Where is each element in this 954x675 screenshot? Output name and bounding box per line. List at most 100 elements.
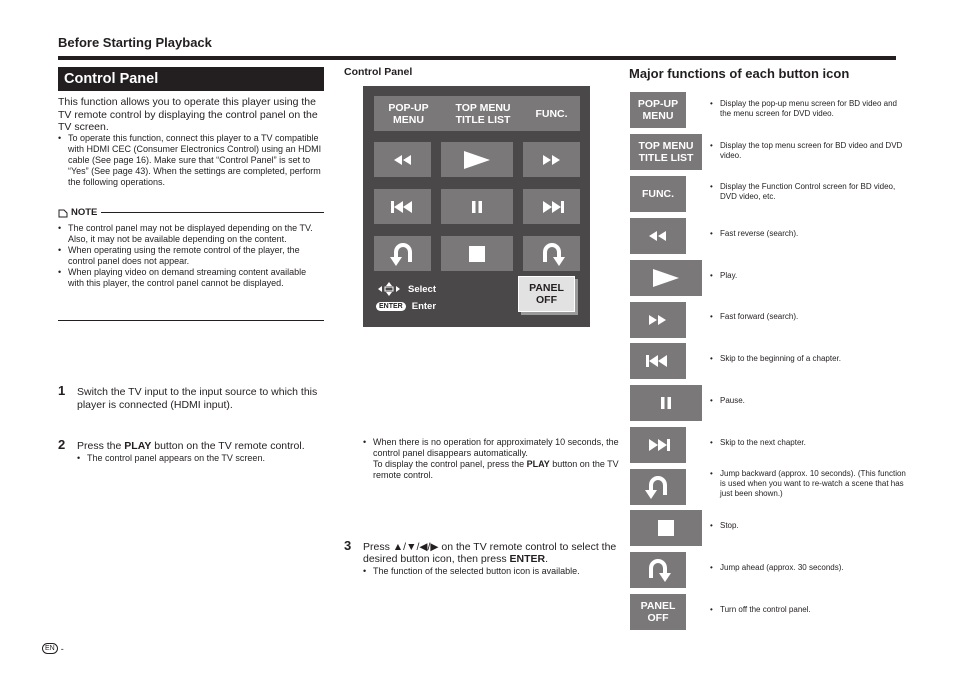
- step-sub: The control panel appears on the TV scre…: [77, 453, 345, 464]
- skip-back-icon-tile: [630, 343, 686, 379]
- auto-hide-text: When there is no operation for approxima…: [373, 436, 619, 458]
- intro-text: This function allows you to operate this…: [58, 96, 318, 133]
- function-desc: Skip to the next chapter.: [710, 438, 910, 448]
- note-item: When playing video on demand streaming c…: [58, 267, 320, 289]
- notes-list: The control panel may not be displayed d…: [58, 223, 320, 289]
- function-desc: Stop.: [710, 521, 910, 531]
- step-text: .: [545, 553, 549, 565]
- pause-icon: [661, 397, 671, 409]
- note-item: When operating using the remote control …: [58, 245, 320, 267]
- step-sub: The function of the selected button icon…: [363, 566, 633, 577]
- function-desc: Pause.: [710, 396, 910, 406]
- function-desc: Display the Function Control screen for …: [710, 182, 910, 202]
- step-number: 3: [344, 537, 352, 553]
- jump-ahead-button[interactable]: [523, 236, 580, 271]
- skip-back-icon: [390, 200, 412, 213]
- auto-hide-bullet: When there is no operation for approxima…: [363, 437, 623, 481]
- note-end-rule: [58, 320, 324, 321]
- fast-reverse-icon: [393, 154, 411, 165]
- note-item: The control panel may not be displayed d…: [58, 223, 320, 245]
- intro-bullet: To operate this function, connect this p…: [58, 133, 326, 188]
- jump-back-icon-tile: [630, 469, 686, 505]
- step-1: 1 Switch the TV input to the input sourc…: [58, 383, 345, 411]
- skip-back-icon: [646, 355, 667, 367]
- skip-next-icon: [649, 439, 670, 451]
- play-button[interactable]: [441, 142, 513, 177]
- stop-icon-tile: [630, 510, 702, 546]
- jump-ahead-icon-tile: [630, 552, 686, 588]
- page-separator: -: [60, 643, 64, 654]
- function-desc: Jump backward (approx. 10 seconds). (Thi…: [710, 469, 906, 499]
- function-desc: Jump ahead (approx. 30 seconds).: [710, 563, 910, 573]
- skip-back-button[interactable]: [374, 189, 431, 224]
- skip-next-button[interactable]: [523, 189, 580, 224]
- stop-icon: [469, 245, 485, 262]
- function-desc: Play.: [710, 271, 910, 281]
- note-heading: NOTE: [58, 207, 324, 218]
- direction-keys-icon: [378, 282, 400, 296]
- top-menu-button[interactable]: TOP MENU TITLE LIST: [441, 96, 525, 131]
- step-text: Switch the TV input to the input source …: [77, 386, 318, 411]
- function-desc: Display the top menu screen for BD video…: [710, 141, 910, 161]
- redisplay-pre: To display the control panel, press the: [373, 458, 527, 469]
- major-functions-title: Major functions of each button icon: [629, 66, 850, 81]
- function-desc: Fast reverse (search).: [710, 229, 910, 239]
- popup-menu-icon-tile: POP-UP MENU: [630, 92, 686, 128]
- jump-back-icon: [389, 242, 412, 266]
- fast-forward-icon: [649, 315, 666, 325]
- pause-icon: [472, 200, 482, 213]
- step-bold: PLAY: [124, 440, 152, 452]
- jump-ahead-icon: [649, 559, 671, 582]
- stop-button[interactable]: [441, 236, 513, 271]
- jump-back-button[interactable]: [374, 236, 431, 271]
- control-panel-screen: POP-UP MENU TOP MENU TITLE LIST FUNC. Se…: [363, 86, 590, 327]
- enter-key-icon: ENTER: [376, 302, 406, 311]
- step-2: 2 Press the PLAY button on the TV remote…: [58, 437, 345, 464]
- skip-next-icon-tile: [630, 427, 686, 463]
- function-desc: Display the pop-up menu screen for BD vi…: [710, 99, 910, 119]
- heading-rule: [58, 56, 896, 60]
- step-text: Press the: [77, 440, 125, 452]
- pause-icon-tile: [630, 385, 702, 421]
- step-number: 2: [58, 437, 66, 452]
- stop-icon: [658, 520, 674, 536]
- function-desc: Fast forward (search).: [710, 312, 910, 322]
- fast-reverse-button[interactable]: [374, 142, 431, 177]
- function-desc: Turn off the control panel.: [710, 605, 910, 615]
- note-rule: [101, 212, 324, 213]
- step-text: button on the TV remote control.: [151, 440, 305, 452]
- skip-next-icon: [542, 200, 564, 213]
- section-heading: Before Starting Playback: [58, 35, 212, 50]
- jump-back-icon: [645, 476, 667, 499]
- top-menu-icon-tile: TOP MENU TITLE LIST: [630, 134, 702, 170]
- select-legend: Select: [378, 282, 436, 296]
- note-label: NOTE: [71, 207, 98, 218]
- step-text: Press ▲/▼/◀/▶ on the TV remote control t…: [363, 540, 617, 566]
- language-badge: EN: [42, 643, 58, 654]
- control-panel-label: Control Panel: [344, 66, 413, 78]
- fast-forward-button[interactable]: [523, 142, 580, 177]
- enter-legend: ENTER Enter: [376, 301, 436, 312]
- play-icon: [653, 269, 679, 287]
- enter-label: Enter: [411, 301, 437, 312]
- fast-reverse-icon: [649, 231, 666, 241]
- control-panel-title: Control Panel: [58, 67, 324, 91]
- fast-reverse-icon-tile: [630, 218, 686, 254]
- note-icon: [58, 209, 68, 217]
- page-footer: EN -: [42, 643, 64, 654]
- function-desc: Skip to the beginning of a chapter.: [710, 354, 910, 364]
- step-bold: ENTER: [509, 553, 546, 565]
- pause-button[interactable]: [441, 189, 513, 224]
- play-icon-tile: [630, 260, 702, 296]
- step-number: 1: [58, 383, 66, 398]
- popup-menu-button[interactable]: POP-UP MENU: [374, 96, 443, 131]
- func-icon-tile: FUNC.: [630, 176, 686, 212]
- panel-off-button[interactable]: PANEL OFF: [518, 276, 575, 312]
- fast-forward-icon: [542, 154, 560, 165]
- func-button[interactable]: FUNC.: [523, 96, 580, 131]
- play-icon: [464, 150, 490, 169]
- fast-forward-icon-tile: [630, 302, 686, 338]
- redisplay-text: To display the control panel, press the …: [373, 459, 623, 481]
- jump-ahead-icon: [542, 242, 565, 266]
- redisplay-bold: PLAY: [526, 458, 550, 469]
